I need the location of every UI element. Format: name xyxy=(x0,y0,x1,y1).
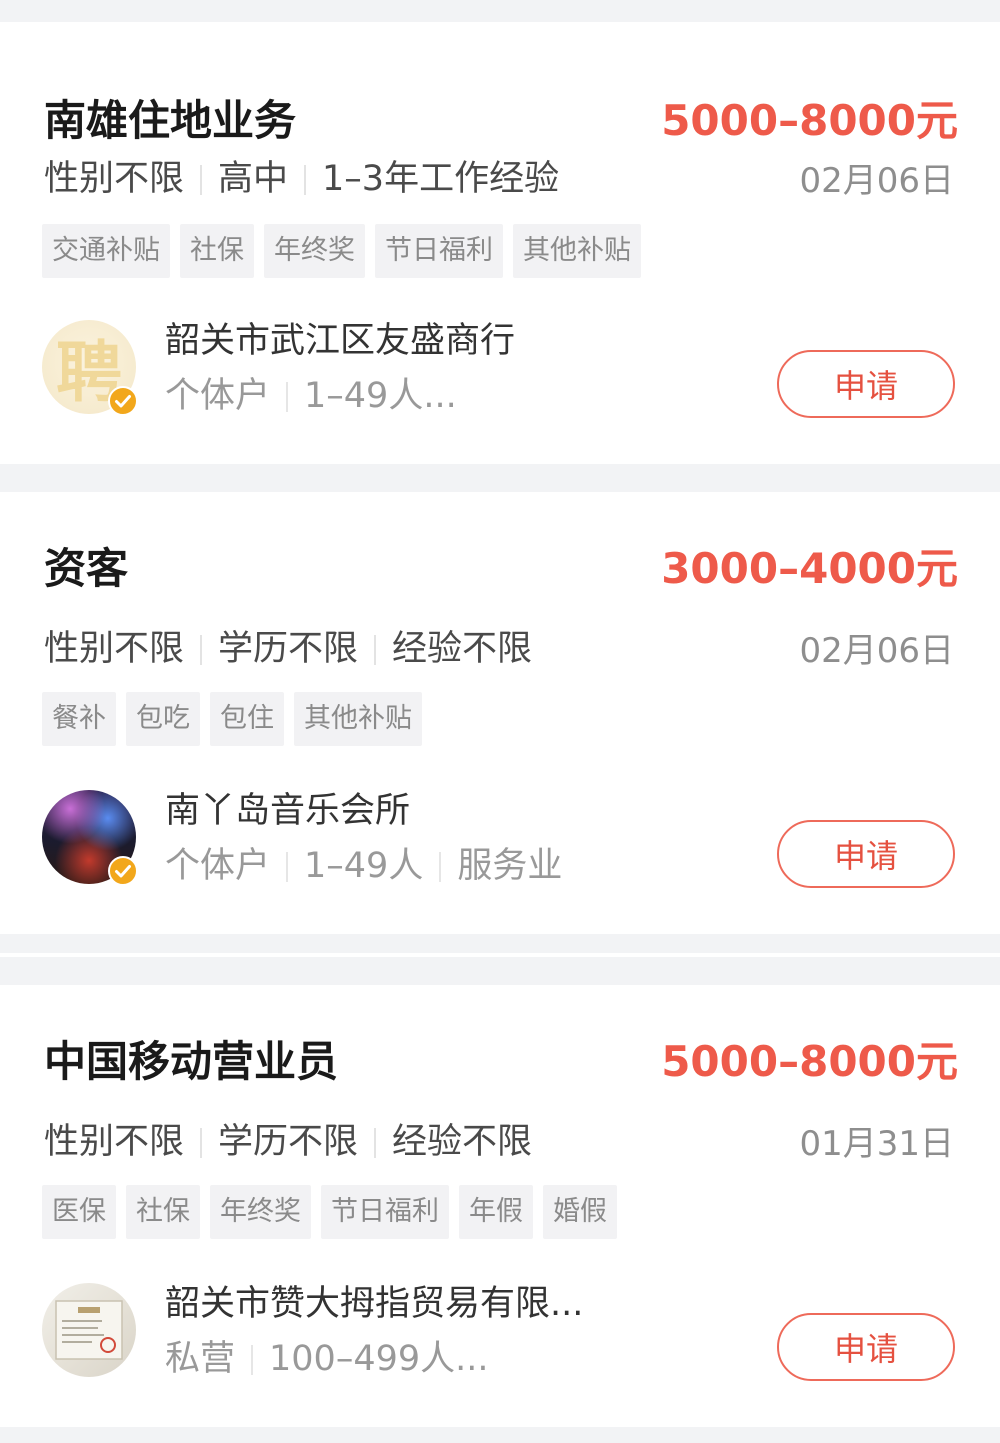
company-meta: 私营 100–499人... xyxy=(165,1342,489,1377)
job-salary: 5000–8000元 xyxy=(661,1037,958,1086)
separator xyxy=(200,634,203,665)
business-license-photo xyxy=(42,1283,136,1377)
benefit-tag: 交通补贴 xyxy=(42,224,170,278)
benefit-tags: 医保 社保 年终奖 节日福利 年假 婚假 xyxy=(42,1185,617,1239)
apply-button[interactable]: 申请 xyxy=(777,820,955,888)
company-avatar[interactable] xyxy=(42,1283,136,1377)
requirement-experience: 经验不限 xyxy=(392,1122,533,1162)
separator xyxy=(286,851,289,882)
benefit-tag: 婚假 xyxy=(543,1185,617,1239)
benefit-tag: 医保 xyxy=(42,1185,116,1239)
verified-badge-icon xyxy=(108,386,138,416)
apply-button[interactable]: 申请 xyxy=(777,350,955,418)
benefit-tag: 节日福利 xyxy=(321,1185,449,1239)
job-salary: 3000–4000元 xyxy=(661,544,958,593)
company-type: 个体户 xyxy=(165,846,271,886)
company-avatar[interactable] xyxy=(42,790,138,886)
separator xyxy=(286,381,289,412)
company-avatar[interactable]: 聘 xyxy=(42,320,138,416)
job-date: 01月31日 xyxy=(799,1124,954,1164)
job-card[interactable]: 中国移动营业员 5000–8000元 性别不限 学历不限 经验不限 01月31日… xyxy=(0,985,1000,1427)
company-name[interactable]: 韶关市武江区友盛商行 xyxy=(165,324,515,359)
benefit-tags: 餐补 包吃 包住 其他补贴 xyxy=(42,692,422,746)
separator xyxy=(374,1127,377,1158)
requirement-experience: 1–3年工作经验 xyxy=(322,159,560,199)
job-title: 南雄住地业务 xyxy=(44,96,297,145)
separator xyxy=(200,164,203,195)
benefit-tag: 社保 xyxy=(126,1185,200,1239)
company-type: 个体户 xyxy=(165,376,271,416)
verified-badge-icon xyxy=(108,856,138,886)
job-card[interactable]: 资客 3000–4000元 性别不限 学历不限 经验不限 02月06日 餐补 包… xyxy=(0,492,1000,934)
company-industry: 服务业 xyxy=(457,846,563,886)
requirement-education: 学历不限 xyxy=(218,629,359,669)
job-requirements: 性别不限 学历不限 经验不限 xyxy=(44,1125,532,1160)
benefit-tag: 社保 xyxy=(180,224,254,278)
benefit-tag: 节日福利 xyxy=(375,224,503,278)
company-meta: 个体户 1–49人 服务业 xyxy=(165,849,562,884)
benefit-tag: 年终奖 xyxy=(210,1185,311,1239)
benefit-tag: 其他补贴 xyxy=(294,692,422,746)
separator xyxy=(304,164,307,195)
requirement-gender: 性别不限 xyxy=(44,159,185,199)
benefit-tag: 年假 xyxy=(459,1185,533,1239)
job-date: 02月06日 xyxy=(799,631,954,671)
requirement-experience: 经验不限 xyxy=(392,629,533,669)
company-type: 私营 xyxy=(165,1339,236,1379)
job-title: 中国移动营业员 xyxy=(44,1037,339,1086)
requirement-gender: 性别不限 xyxy=(44,1122,185,1162)
separator xyxy=(200,1127,203,1158)
company-name[interactable]: 韶关市赞大拇指贸易有限... xyxy=(165,1287,583,1322)
separator xyxy=(374,634,377,665)
job-requirements: 性别不限 学历不限 经验不限 xyxy=(44,632,532,667)
company-size: 1–49人 xyxy=(304,846,424,886)
separator xyxy=(439,851,442,882)
apply-button[interactable]: 申请 xyxy=(777,1313,955,1381)
benefit-tag: 包吃 xyxy=(126,692,200,746)
job-title: 资客 xyxy=(44,544,129,593)
requirement-education: 学历不限 xyxy=(218,1122,359,1162)
benefit-tag: 其他补贴 xyxy=(513,224,641,278)
divider xyxy=(0,953,1000,957)
separator xyxy=(251,1344,254,1375)
job-requirements: 性别不限 高中 1–3年工作经验 xyxy=(44,162,559,197)
company-name[interactable]: 南丫岛音乐会所 xyxy=(165,794,410,829)
benefit-tag: 餐补 xyxy=(42,692,116,746)
benefit-tag: 年终奖 xyxy=(264,224,365,278)
job-date: 02月06日 xyxy=(799,161,954,201)
benefit-tags: 交通补贴 社保 年终奖 节日福利 其他补贴 xyxy=(42,224,641,278)
license-document-icon xyxy=(55,1300,123,1360)
requirement-gender: 性别不限 xyxy=(44,629,185,669)
job-card[interactable]: 南雄住地业务 5000–8000元 性别不限 高中 1–3年工作经验 02月06… xyxy=(0,22,1000,464)
company-size: 100–499人... xyxy=(269,1339,489,1379)
job-salary: 5000–8000元 xyxy=(661,96,958,145)
benefit-tag: 包住 xyxy=(210,692,284,746)
company-meta: 个体户 1–49人... xyxy=(165,379,457,414)
company-size: 1–49人... xyxy=(304,376,457,416)
requirement-education: 高中 xyxy=(218,159,289,199)
